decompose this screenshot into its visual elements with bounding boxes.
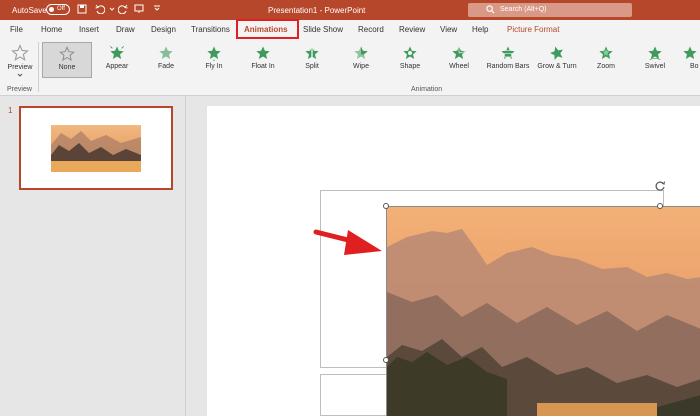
annotation-arrow-icon — [313, 229, 382, 255]
animation-random-bars[interactable]: Random Bars — [483, 42, 533, 78]
selected-picture[interactable] — [386, 206, 700, 416]
rotate-handle-icon[interactable] — [654, 180, 666, 192]
animation-shape[interactable]: Shape — [385, 42, 435, 78]
animation-float-in[interactable]: Float In — [238, 42, 288, 78]
animation-label: Bo — [690, 63, 699, 70]
preview-group-label: Preview — [7, 86, 32, 93]
tab-help[interactable]: Help — [472, 25, 488, 34]
zoom-star-icon — [599, 46, 613, 59]
animation-label: Zoom — [597, 63, 615, 70]
animation-label: Shape — [399, 63, 421, 70]
animation-wipe[interactable]: Wipe — [336, 42, 386, 78]
ribbon-tabs: File Home Insert Draw Design Transitions… — [0, 20, 700, 40]
animation-label: Wipe — [353, 63, 369, 70]
animation-label: Wheel — [449, 63, 469, 70]
autosave-state: Off — [57, 6, 65, 12]
preview-label: Preview — [7, 64, 33, 71]
tab-review[interactable]: Review — [399, 25, 425, 34]
animation-label: Float In — [251, 63, 275, 70]
fade-star-icon — [159, 46, 173, 59]
appear-star-icon — [110, 46, 124, 59]
bounce-star-icon — [683, 46, 697, 59]
customize-icon[interactable] — [151, 4, 163, 16]
animation-wheel[interactable]: Wheel — [434, 42, 484, 78]
float-in-star-icon — [256, 46, 270, 59]
swivel-star-icon — [648, 46, 662, 60]
landscape-picture — [387, 207, 700, 416]
fly-in-star-icon — [207, 46, 221, 61]
toggle-knob — [49, 7, 54, 12]
split-star-icon — [305, 45, 319, 61]
preview-button[interactable]: Preview — [4, 42, 36, 84]
animation-swivel[interactable]: Swivel — [630, 42, 680, 78]
random-bars-star-icon — [501, 46, 515, 59]
undo-icon[interactable] — [94, 4, 106, 16]
grow-turn-star-icon — [550, 46, 563, 60]
tab-home[interactable]: Home — [41, 25, 62, 34]
tab-picture-format[interactable]: Picture Format — [507, 25, 559, 34]
animations-tab-highlight — [236, 19, 299, 39]
resize-handle[interactable] — [657, 203, 663, 209]
search-icon — [486, 5, 495, 14]
tab-file[interactable]: File — [10, 25, 23, 34]
preview-star-icon — [11, 44, 29, 61]
save-icon[interactable] — [76, 4, 88, 16]
wheel-star-icon — [452, 46, 466, 59]
animation-split[interactable]: Split — [287, 42, 337, 78]
animation-label: Split — [305, 63, 319, 70]
resize-handle[interactable] — [383, 203, 389, 209]
animation-appear[interactable]: Appear — [92, 42, 142, 78]
animation-fade[interactable]: Fade — [141, 42, 191, 78]
animation-none[interactable]: None — [42, 42, 92, 78]
animation-fly-in[interactable]: Fly In — [189, 42, 239, 78]
wipe-star-icon — [354, 46, 368, 59]
animation-label: Appear — [105, 63, 129, 70]
animation-grow-turn[interactable]: Grow & Turn — [532, 42, 582, 78]
slide-thumbnail-pane: 1 — [0, 96, 186, 416]
star-outline-icon — [59, 46, 75, 61]
tab-transitions[interactable]: Transitions — [191, 25, 230, 34]
animation-label: Swivel — [644, 63, 666, 70]
document-title: Presentation1 - PowerPoint — [268, 6, 366, 15]
animation-label: Random Bars — [486, 63, 530, 70]
search-box[interactable]: Search (Alt+Q) — [468, 3, 632, 17]
animation-group-label: Animation — [411, 86, 443, 93]
animation-bounce[interactable]: Bo — [678, 42, 700, 78]
present-icon[interactable] — [133, 4, 145, 16]
chevron-down-icon — [17, 73, 23, 77]
group-separator — [38, 42, 39, 92]
search-placeholder: Search (Alt+Q) — [500, 6, 547, 13]
autosave-toggle[interactable]: Off — [46, 4, 70, 15]
animation-label: Fade — [158, 63, 174, 70]
animations-ribbon: Preview Preview None Appear Fade Fly In … — [0, 40, 700, 96]
animation-zoom[interactable]: Zoom — [581, 42, 631, 78]
tab-view[interactable]: View — [440, 25, 457, 34]
slide-thumbnail[interactable] — [19, 106, 173, 190]
tab-insert[interactable]: Insert — [79, 25, 99, 34]
resize-handle[interactable] — [383, 357, 389, 363]
redo-icon[interactable] — [117, 4, 129, 16]
shape-star-icon — [403, 46, 417, 59]
slide-number: 1 — [8, 106, 13, 115]
tab-slide-show[interactable]: Slide Show — [303, 25, 343, 34]
thumbnail-picture — [51, 125, 141, 172]
tab-draw[interactable]: Draw — [116, 25, 135, 34]
tab-design[interactable]: Design — [151, 25, 176, 34]
title-bar: AutoSave Off Presentation1 - PowerPoint … — [0, 0, 700, 20]
autosave-label: AutoSave — [12, 6, 47, 15]
tab-record[interactable]: Record — [358, 25, 384, 34]
animation-label: Grow & Turn — [537, 63, 577, 70]
animation-label: None — [58, 64, 76, 71]
animation-label: Fly In — [205, 63, 223, 70]
